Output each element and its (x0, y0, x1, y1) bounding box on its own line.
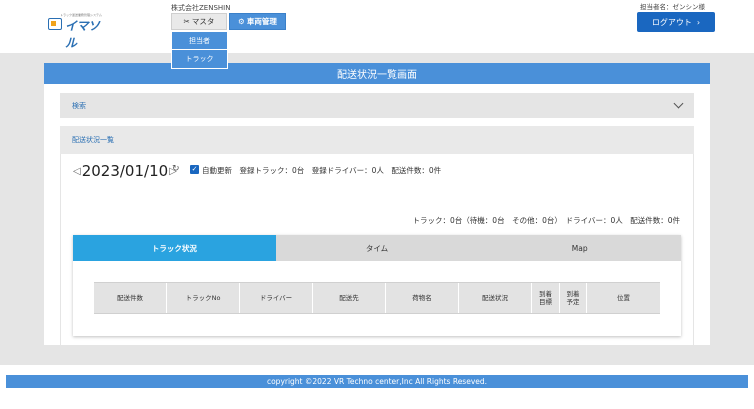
gear-icon: ⚙ (238, 17, 245, 26)
column-header[interactable]: 配送状況 (459, 283, 532, 313)
dropdown-item-staff[interactable]: 担当者 (172, 32, 227, 50)
delivery-table-header: 配送件数 トラックNo ドライバー 配送先 荷物名 配送状況 到着 目標 到着 … (94, 282, 660, 314)
truck-summary: トラック：0台（待機：0台 その他：0台） ドライバー：0人 配送件数：0件 (412, 216, 680, 225)
tab-map[interactable]: Map (478, 235, 682, 261)
column-header[interactable]: 位置 (587, 283, 660, 313)
logo-text: イマソル (65, 19, 100, 50)
status-summary: 自動更新 登録トラック：0台 登録ドライバー：0人 配送件数：0件 (202, 166, 442, 175)
current-date: 2023/01/10 (81, 162, 169, 180)
refresh-icon[interactable]: ↻ (172, 164, 180, 174)
company-name: 株式会社ZENSHIN (171, 4, 231, 12)
footer-copyright: copyright ©2022 VR Techno center,Inc All… (6, 375, 748, 388)
column-header[interactable]: 到着 予定 (560, 283, 587, 313)
master-dropdown-menu: 担当者 トラック (171, 31, 228, 69)
delivery-list-label: 配送状況一覧 (72, 136, 114, 144)
app-logo[interactable]: トラック運送業務管理システム イマソル (48, 13, 108, 50)
nav-vehicle-button[interactable]: ⚙ 車両管理 (229, 13, 286, 30)
chevron-right-icon: › (696, 17, 701, 27)
search-label: 検索 (72, 101, 86, 110)
date-navigator: ◁ 2023/01/10 ▷ (73, 161, 177, 181)
column-header[interactable]: トラックNo (167, 283, 240, 313)
nav-master-label: マスタ (191, 17, 215, 26)
chevron-down-icon[interactable] (673, 98, 684, 109)
tab-bar: トラック状況 タイム Map (73, 235, 682, 261)
tab-truck-status[interactable]: トラック状況 (73, 235, 276, 261)
column-header[interactable]: 配送件数 (94, 283, 167, 313)
prev-date-button[interactable]: ◁ (73, 166, 81, 177)
nav-master-button[interactable]: ✂ マスタ (171, 13, 227, 30)
nav-vehicle-label: 車両管理 (246, 17, 277, 26)
search-accordion[interactable]: 検索 (60, 93, 694, 118)
column-header[interactable]: 到着 目標 (532, 283, 560, 313)
logout-label: ログアウト (651, 17, 692, 27)
auto-update-checkbox[interactable]: ✓ (190, 165, 199, 174)
tab-time[interactable]: タイム (275, 235, 479, 261)
truck-icon (48, 18, 62, 30)
column-header[interactable]: 荷物名 (386, 283, 459, 313)
wrench-icon: ✂ (183, 17, 190, 26)
column-header[interactable]: 配送先 (313, 283, 386, 313)
dropdown-item-truck[interactable]: トラック (172, 50, 227, 68)
page-title: 配送状況一覧画面 (44, 63, 710, 84)
delivery-list-header: 配送状況一覧 (60, 126, 694, 154)
logout-button[interactable]: ログアウト › (637, 12, 715, 32)
column-header[interactable]: ドライバー (240, 283, 313, 313)
user-name-label: 担当者名：ゼンシン様 (640, 3, 705, 11)
